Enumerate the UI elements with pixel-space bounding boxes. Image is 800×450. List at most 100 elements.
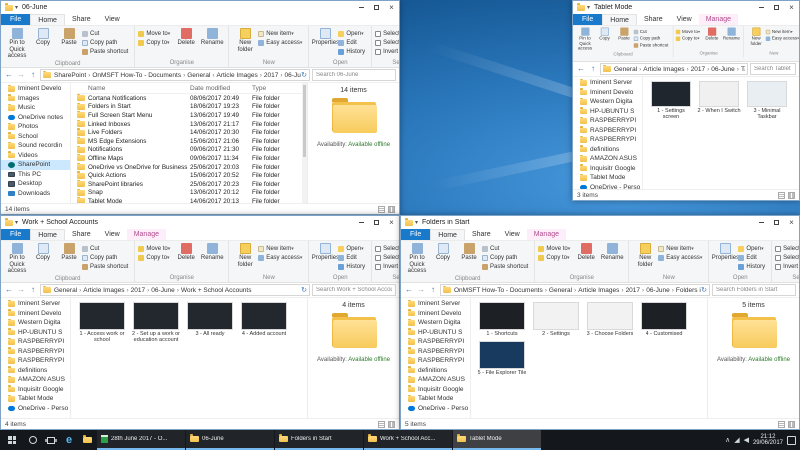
cortana-search-button[interactable] — [24, 430, 42, 450]
thumbnail-item[interactable]: 4 - Customised — [639, 302, 689, 337]
ribbon-tab[interactable]: View — [670, 14, 699, 25]
thumbnail-item[interactable]: 3 - Choose Folders — [585, 302, 635, 337]
sidebar-item[interactable]: Photos — [1, 122, 70, 132]
sidebar-item[interactable]: Tablet Mode — [401, 394, 470, 404]
taskbar-window-button[interactable]: 06-June — [186, 430, 274, 450]
pin-to-quick-access-button[interactable]: Pin to Quick access — [4, 242, 30, 275]
maximize-button[interactable] — [369, 1, 384, 14]
breadcrumb-segment[interactable]: 2017 — [625, 287, 641, 294]
sidebar-item[interactable]: definitions — [1, 366, 70, 376]
up-icon[interactable]: ↑ — [28, 71, 38, 79]
rename-button[interactable]: Rename — [599, 242, 625, 262]
details-view-button[interactable] — [378, 420, 385, 428]
breadcrumb-segment[interactable]: 06-June — [284, 72, 302, 79]
thumbnail-item[interactable]: 4 - Added account — [239, 302, 289, 343]
breadcrumb-segment[interactable]: Folders in Start — [675, 287, 701, 294]
ribbon-tab[interactable]: Home — [430, 229, 465, 240]
scrollbar-thumb[interactable] — [303, 85, 306, 157]
paste-button[interactable]: Paste — [456, 242, 482, 262]
delete-button[interactable]: Delete — [702, 27, 722, 42]
address-bar[interactable]: OnMSFT How-To - Documents › General › Articl… — [440, 284, 710, 296]
sidebar-item[interactable]: definitions — [573, 145, 642, 155]
taskbar-window-button[interactable]: 28th June 2017 - O... — [97, 430, 185, 450]
breadcrumb-segment[interactable]: General — [548, 287, 573, 294]
breadcrumb-segment[interactable]: 06-June — [645, 287, 671, 294]
up-icon[interactable]: ↑ — [428, 286, 438, 294]
action-center-icon[interactable] — [787, 435, 796, 445]
copy-to-button[interactable]: Copy to — [538, 253, 573, 262]
breadcrumb-segment[interactable]: Article Images — [577, 287, 620, 294]
minimize-button[interactable] — [754, 216, 769, 229]
details-view-button[interactable] — [778, 420, 785, 428]
copy-path-button[interactable]: Copy path — [482, 253, 531, 262]
thumbnail-item[interactable]: 2 - Set up a work or education account — [131, 302, 181, 343]
sidebar-item[interactable]: RASPBERRYPI — [573, 135, 642, 145]
up-icon[interactable]: ↑ — [588, 65, 598, 73]
move-to-button[interactable]: Move to — [676, 28, 702, 35]
select-all-button[interactable]: Select all — [375, 244, 399, 253]
ribbon-tab[interactable]: File — [401, 229, 431, 240]
forward-icon[interactable]: → — [16, 71, 26, 79]
new-item-button[interactable]: New item — [658, 244, 705, 253]
sidebar-item[interactable]: Downloads — [1, 189, 70, 199]
sidebar-item[interactable]: Western Digita — [573, 97, 642, 107]
breadcrumb-segment[interactable]: 2017 — [690, 66, 706, 73]
rename-button[interactable]: Rename — [722, 27, 742, 42]
select-none-button[interactable]: Select none — [775, 253, 799, 262]
breadcrumb-segment[interactable]: OnMSFT How-To - Documents — [453, 287, 544, 294]
new-item-button[interactable]: New item — [258, 244, 305, 253]
copy-button[interactable]: Copy — [30, 242, 56, 262]
sidebar-item[interactable]: RASPBERRYPI — [1, 337, 70, 347]
back-icon[interactable]: ← — [4, 71, 14, 79]
ribbon-tab[interactable]: Home — [602, 14, 637, 25]
easy-access-button[interactable]: Easy access — [258, 38, 305, 47]
qat-customize-icon[interactable]: ▾ — [15, 219, 18, 226]
thumbnail-item[interactable]: 1 - Shortcuts — [477, 302, 527, 337]
sidebar-item[interactable]: Tablet Mode — [1, 394, 70, 404]
properties-button[interactable]: Properties — [312, 242, 339, 262]
sidebar-item[interactable]: RASPBERRYPI — [1, 356, 70, 366]
sidebar-item[interactable]: Western Digita — [401, 318, 470, 328]
sidebar-item[interactable]: Iminent Develo — [1, 309, 70, 319]
file-row[interactable]: Full Screen Start Menu 13/06/2017 19:49 … — [77, 111, 302, 120]
volume-icon[interactable]: ◀ — [744, 437, 749, 444]
back-icon[interactable]: ← — [404, 286, 414, 294]
breadcrumb-segment[interactable]: 2017 — [263, 72, 279, 79]
ribbon-tab[interactable]: File — [573, 14, 603, 25]
easy-access-button[interactable]: Easy access — [258, 253, 305, 262]
sidebar-item[interactable]: Iminent Server — [1, 299, 70, 309]
sidebar-item[interactable]: OneDrive notes — [1, 113, 70, 123]
sidebar-item[interactable]: SharePoint — [1, 160, 70, 170]
refresh-icon[interactable]: ↻ — [301, 71, 307, 79]
history-button[interactable]: History — [338, 47, 368, 56]
breadcrumb-segment[interactable]: Article Images — [216, 72, 259, 79]
taskbar-window-button[interactable]: Tablet Mode — [453, 430, 541, 450]
ribbon-tab[interactable]: View — [98, 14, 127, 25]
sidebar-item[interactable]: Inquisitr Google — [1, 385, 70, 395]
ribbon-tab[interactable]: Share — [637, 14, 670, 25]
ribbon-tab[interactable]: Share — [465, 229, 498, 240]
sidebar-item[interactable]: HP-UBUNTU S — [573, 107, 642, 117]
pin-to-quick-access-button[interactable]: Pin to Quick access — [4, 27, 30, 60]
thumbnails-view-button[interactable] — [788, 191, 795, 199]
sidebar-item[interactable]: AMAZON ASUS — [401, 375, 470, 385]
paste-shortcut-button[interactable]: Paste shortcut — [82, 47, 131, 56]
cut-button[interactable]: Cut — [82, 29, 131, 38]
ribbon-tab[interactable]: View — [498, 229, 527, 240]
breadcrumb-segment[interactable]: Tablet Mode — [740, 66, 745, 73]
ribbon-tab[interactable]: Manage — [526, 229, 566, 240]
sidebar-item[interactable]: AMAZON ASUS — [1, 375, 70, 385]
thumbnail-item[interactable]: 1 - Settings screen — [649, 81, 693, 120]
ribbon-tab[interactable]: Manage — [698, 14, 738, 25]
select-none-button[interactable]: Select none — [375, 253, 399, 262]
thumbnail-item[interactable]: 3 - All ready — [185, 302, 235, 343]
paste-button[interactable]: Paste — [614, 27, 634, 42]
sidebar-item[interactable]: Iminent Server — [573, 78, 642, 88]
breadcrumb-segment[interactable]: Work + School Accounts — [180, 287, 253, 294]
paste-button[interactable]: Paste — [56, 27, 82, 47]
select-all-button[interactable]: Select all — [775, 244, 799, 253]
scrollbar[interactable] — [302, 83, 307, 203]
file-row[interactable]: SharePoint libraries 25/06/2017 20:23 Fi… — [77, 179, 302, 189]
copy-button[interactable]: Copy — [430, 242, 456, 262]
properties-button[interactable]: Properties — [712, 242, 739, 262]
